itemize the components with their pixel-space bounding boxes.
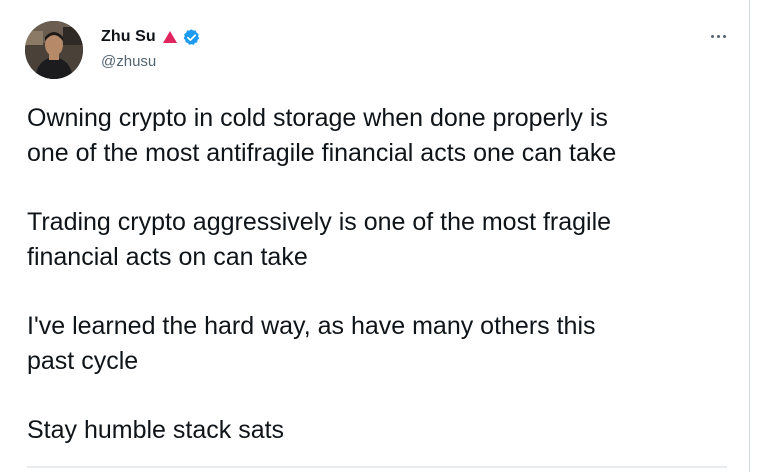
tweet-paragraph: Trading crypto aggressively is one of th… bbox=[27, 205, 727, 275]
avatar-photo bbox=[25, 21, 83, 79]
tweet-line: Trading crypto aggressively is one of th… bbox=[27, 208, 612, 236]
tweet-paragraph: Stay humble stack sats bbox=[27, 413, 727, 448]
tweet-line: Owning crypto in cold storage when done … bbox=[27, 104, 608, 132]
author-name-row: Zhu Su bbox=[101, 27, 201, 47]
author-handle[interactable]: @zhusu bbox=[101, 53, 156, 70]
more-options-button[interactable] bbox=[700, 25, 736, 47]
tweet-paragraph: Owning crypto in cold storage when done … bbox=[27, 101, 727, 171]
tweet-card: Zhu Su @zhusu Owning crypto in cold stor… bbox=[0, 0, 750, 472]
more-horizontal-icon bbox=[710, 34, 714, 38]
tweet-line: Stay humble stack sats bbox=[27, 416, 285, 444]
tweet-line: one of the most antifragile financial ac… bbox=[27, 139, 617, 167]
tweet-line: I've learned the hard way, as have many … bbox=[27, 312, 596, 340]
tweet-line: financial acts on can take bbox=[27, 243, 308, 271]
author-name[interactable]: Zhu Su bbox=[101, 28, 156, 46]
tweet-line: past cycle bbox=[27, 347, 139, 375]
avatar[interactable] bbox=[25, 21, 83, 79]
divider bbox=[27, 466, 727, 468]
tweet-text: Owning crypto in cold storage when done … bbox=[27, 101, 727, 448]
tweet-paragraph: I've learned the hard way, as have many … bbox=[27, 309, 727, 379]
more-horizontal-icon bbox=[722, 34, 726, 38]
red-triangle-icon bbox=[162, 31, 177, 43]
more-horizontal-icon bbox=[716, 34, 720, 38]
verified-badge-icon bbox=[183, 28, 199, 45]
